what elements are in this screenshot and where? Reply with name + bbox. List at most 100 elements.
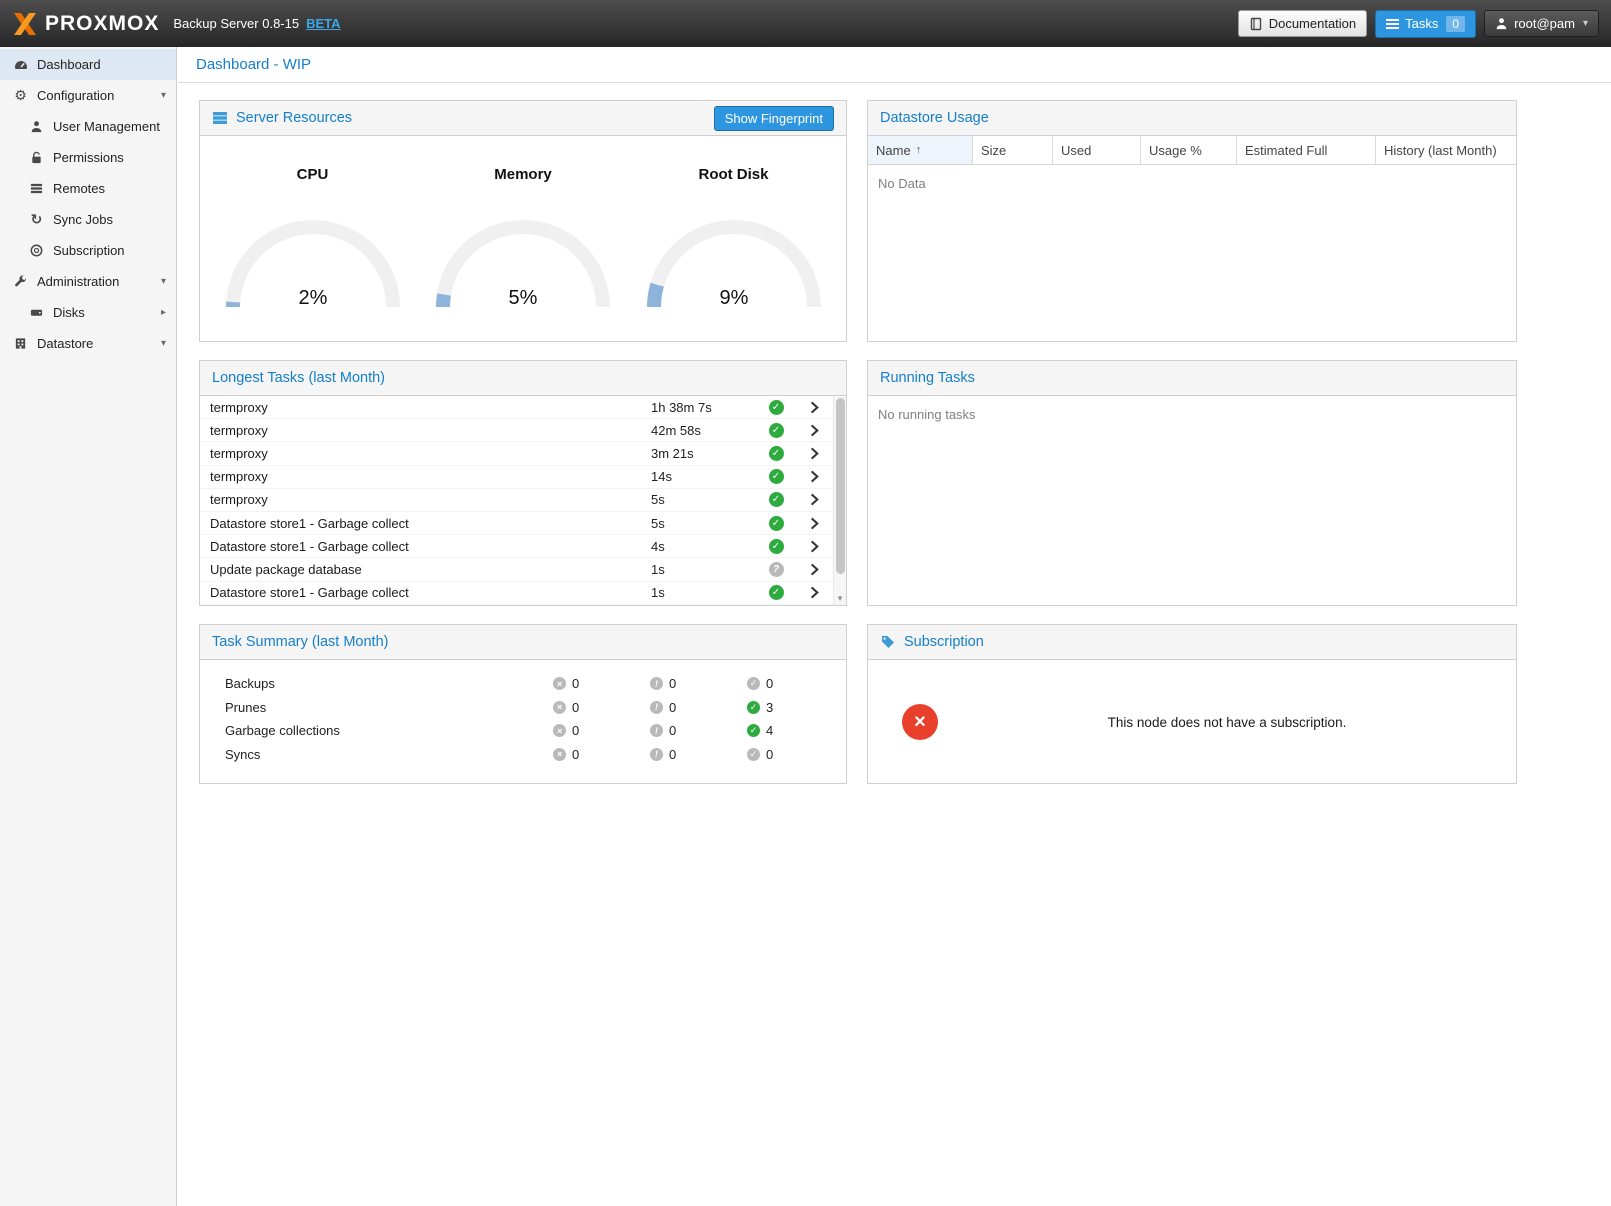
- task-duration: 14s: [651, 469, 756, 484]
- task-status-icon: ✓: [769, 516, 784, 531]
- task-type-label: Prunes: [225, 700, 553, 715]
- unlock-icon: [28, 151, 45, 164]
- task-row[interactable]: Datastore store1 - Garbage collect 4s ✓: [200, 535, 846, 558]
- brand-name: PROXMOX: [45, 12, 159, 36]
- sidebar-item-label: Disks: [53, 305, 85, 320]
- task-summary-row: Backups × 0 ! 0 ✓: [225, 672, 846, 696]
- cpu-gauge: CPU 2%: [215, 166, 411, 314]
- warning-icon: !: [650, 701, 663, 714]
- chevron-right-icon[interactable]: [796, 562, 832, 577]
- ok-icon: ✓: [747, 677, 760, 690]
- task-summary-row: Prunes × 0 ! 0 ✓: [225, 696, 846, 720]
- sidebar-item-label: Sync Jobs: [53, 212, 113, 227]
- sidebar-item-label: Subscription: [53, 243, 125, 258]
- sidebar-item-label: Dashboard: [37, 57, 101, 72]
- proxmox-logo: PROXMOX: [12, 12, 159, 36]
- server-resources-panel: Server Resources Show Fingerprint CPU 2%…: [199, 100, 847, 342]
- error-count: 0: [572, 747, 579, 762]
- subscription-message: This node does not have a subscription.: [938, 715, 1516, 730]
- running-tasks-panel: Running Tasks No running tasks: [867, 360, 1517, 606]
- chevron-right-icon[interactable]: [796, 492, 832, 507]
- panel-title: Longest Tasks (last Month): [212, 370, 385, 386]
- task-row[interactable]: termproxy 1h 38m 7s ✓: [200, 396, 846, 419]
- column-header-size[interactable]: Size: [973, 136, 1053, 164]
- scrollbar-thumb[interactable]: [836, 398, 845, 574]
- chevron-right-icon[interactable]: [796, 516, 832, 531]
- panel-title: Datastore Usage: [880, 110, 989, 126]
- sync-icon: ↻: [28, 211, 45, 228]
- sidebar-item-label: Datastore: [37, 336, 93, 351]
- task-row[interactable]: termproxy 14s ✓: [200, 466, 846, 489]
- sidebar-item-datastore[interactable]: Datastore ▾: [0, 328, 176, 359]
- task-list: termproxy 1h 38m 7s ✓ termproxy: [200, 396, 846, 605]
- chevron-right-icon[interactable]: [796, 446, 832, 461]
- task-type-label: Syncs: [225, 747, 553, 762]
- sidebar-item-remotes[interactable]: Remotes: [0, 173, 176, 204]
- svg-text:9%: 9%: [719, 287, 748, 309]
- disk-icon: [28, 306, 45, 319]
- task-status-icon: ?: [769, 562, 784, 577]
- task-row[interactable]: termproxy 42m 58s ✓: [200, 419, 846, 442]
- user-icon: [28, 120, 45, 133]
- chevron-down-icon[interactable]: ▾: [161, 276, 166, 287]
- sidebar-item-disks[interactable]: Disks ▸: [0, 297, 176, 328]
- memory-gauge-arc: 5%: [425, 207, 621, 314]
- sidebar-item-administration[interactable]: Administration ▾: [0, 266, 176, 297]
- task-duration: 4s: [651, 539, 756, 554]
- sort-asc-icon: ↑: [916, 144, 922, 156]
- sidebar-item-permissions[interactable]: Permissions: [0, 142, 176, 173]
- tasks-button[interactable]: Tasks 0: [1375, 10, 1476, 38]
- panel-title: Subscription: [904, 634, 984, 650]
- task-row[interactable]: Datastore store1 - Garbage collect 1s ✓: [200, 582, 846, 605]
- sidebar-item-dashboard[interactable]: Dashboard: [0, 49, 176, 80]
- column-header-used[interactable]: Used: [1053, 136, 1141, 164]
- panel-title: Running Tasks: [880, 370, 975, 386]
- column-header-name[interactable]: Name ↑: [868, 136, 973, 164]
- sidebar: Dashboard ⚙ Configuration ▾ User Managem…: [0, 47, 177, 1206]
- chevron-right-icon[interactable]: [796, 469, 832, 484]
- longest-tasks-panel: Longest Tasks (last Month) termproxy 1h …: [199, 360, 847, 606]
- ok-count: 0: [766, 747, 773, 762]
- user-menu-button[interactable]: root@pam ▾: [1484, 10, 1599, 37]
- chevron-down-icon[interactable]: ▾: [161, 338, 166, 349]
- chevron-right-icon[interactable]: [796, 539, 832, 554]
- app-window: PROXMOX Backup Server 0.8-15 BETA Docume…: [0, 0, 1611, 1206]
- sidebar-item-user-management[interactable]: User Management: [0, 111, 176, 142]
- ok-icon: ✓: [747, 701, 760, 714]
- documentation-button[interactable]: Documentation: [1238, 10, 1367, 37]
- column-header-estimated-full[interactable]: Estimated Full: [1237, 136, 1376, 164]
- chevron-right-icon[interactable]: [796, 423, 832, 438]
- task-duration: 5s: [651, 492, 756, 507]
- sidebar-item-subscription[interactable]: Subscription: [0, 235, 176, 266]
- column-header-history[interactable]: History (last Month): [1376, 136, 1516, 164]
- chevron-right-icon[interactable]: ▸: [161, 307, 166, 318]
- task-name: termproxy: [210, 446, 651, 461]
- column-header-usage-pct[interactable]: Usage %: [1141, 136, 1237, 164]
- gauge-label: Root Disk: [636, 166, 832, 183]
- chevron-down-icon[interactable]: ▾: [161, 90, 166, 101]
- show-fingerprint-button[interactable]: Show Fingerprint: [714, 106, 834, 131]
- scrollbar-down-arrow[interactable]: ▾: [834, 593, 846, 604]
- top-bar: PROXMOX Backup Server 0.8-15 BETA Docume…: [0, 0, 1611, 47]
- task-row[interactable]: termproxy 5s ✓: [200, 489, 846, 512]
- task-row[interactable]: Datastore store1 - Garbage collect 5s ✓: [200, 512, 846, 535]
- memory-gauge: Memory 5%: [425, 166, 621, 314]
- task-row[interactable]: Update package database 1s ?: [200, 558, 846, 581]
- list-icon: [28, 182, 45, 195]
- no-data-text: No Data: [868, 165, 1516, 202]
- error-count: 0: [572, 700, 579, 715]
- sidebar-item-sync-jobs[interactable]: ↻ Sync Jobs: [0, 204, 176, 235]
- root-disk-gauge-arc: 9%: [636, 207, 832, 314]
- beta-link[interactable]: BETA: [306, 16, 340, 31]
- datastore-usage-panel: Datastore Usage Name ↑ Size Used Usage %…: [867, 100, 1517, 342]
- user-label: root@pam: [1514, 16, 1575, 31]
- chevron-right-icon[interactable]: [796, 585, 832, 600]
- subscription-panel: Subscription × This node does not have a…: [867, 624, 1517, 784]
- root-disk-gauge: Root Disk 9%: [636, 166, 832, 314]
- sidebar-item-configuration[interactable]: ⚙ Configuration ▾: [0, 80, 176, 111]
- chevron-right-icon[interactable]: [796, 400, 832, 415]
- task-row[interactable]: termproxy 3m 21s ✓: [200, 442, 846, 465]
- vertical-scrollbar[interactable]: ▾: [833, 396, 846, 605]
- cpu-gauge-arc: 2%: [215, 207, 411, 314]
- subscription-body: × This node does not have a subscription…: [868, 660, 1516, 784]
